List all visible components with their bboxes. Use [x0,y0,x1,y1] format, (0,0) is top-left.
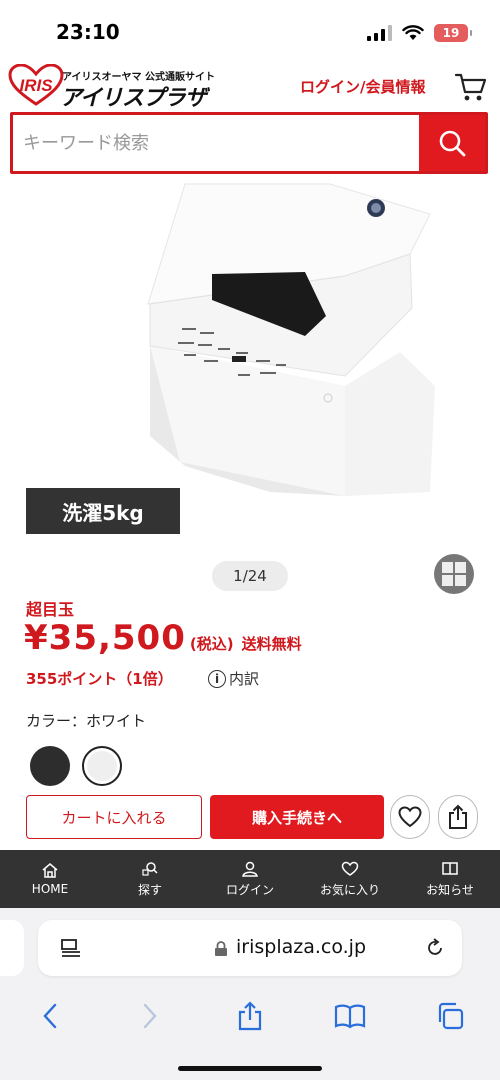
nav-search[interactable]: 探す [100,850,200,908]
address-bar[interactable]: irisplaza.co.jp [38,920,462,976]
breakdown-label: 内訳 [229,670,260,688]
share-icon [449,804,467,829]
color-swatch-white[interactable] [82,746,122,786]
product-caption-badge: 洗濯5kg [26,488,180,534]
page-menu-icon[interactable] [60,937,82,959]
bottom-navigation: HOME 探す ログイン お気に入り お知らせ [0,850,500,908]
browser-chrome: irisplaza.co.jp [0,908,500,1080]
search-icon [142,861,158,876]
tabs-icon [438,1002,464,1030]
image-pager: 1/24 [212,561,288,591]
status-icons: 19 [367,24,472,42]
checkout-button[interactable]: 購入手続きへ [210,795,384,839]
nav-login[interactable]: ログイン [200,850,300,908]
svg-text:IRIS: IRIS [19,76,53,95]
site-logo[interactable]: IRIS アイリスオーヤマ 公式通販サイト アイリスプラザ [8,64,258,111]
site-header: IRIS アイリスオーヤマ 公式通販サイト アイリスプラザ ログイン/会員情報 [0,62,500,111]
back-button[interactable] [0,1003,100,1029]
nav-login-label: ログイン [225,882,274,897]
status-bar: 23:10 19 [0,0,500,58]
bookmarks-button[interactable] [300,1003,400,1029]
tabs-button[interactable] [400,1002,500,1030]
share-button[interactable] [438,795,478,839]
nav-news-label: お知らせ [426,882,474,897]
logo-wordmark: アイリスプラザ [60,86,207,111]
color-label: カラー：ホワイト [26,712,147,730]
points-label: 355ポイント（1倍） [26,670,173,688]
browser-toolbar [0,988,500,1044]
chevron-right-icon [143,1003,157,1029]
nav-favorites[interactable]: お気に入り [300,850,400,908]
book-icon [442,861,458,875]
cellular-signal-icon [367,25,392,41]
forward-button[interactable] [100,1003,200,1029]
color-swatch-black[interactable] [30,746,70,786]
search-bar [10,112,488,174]
search-icon [439,130,466,157]
reload-icon[interactable] [424,937,446,959]
status-time: 23:10 [56,20,120,44]
info-icon: i [208,669,226,688]
home-indicator [178,1066,322,1071]
tax-label: (税込) [189,635,234,653]
lock-icon [215,941,227,956]
nav-news[interactable]: お知らせ [400,850,500,908]
home-icon [42,863,58,878]
search-input[interactable] [13,115,419,171]
share-page-button[interactable] [200,1001,300,1031]
search-button[interactable] [419,115,485,171]
iris-logo-icon: IRIS [8,64,64,106]
grid-icon [442,562,466,586]
gallery-grid-button[interactable] [434,554,474,594]
free-shipping-label: 送料無料 [241,635,302,653]
points-breakdown-link[interactable]: i 内訳 [208,668,259,689]
url-text: irisplaza.co.jp [236,936,367,958]
nav-home[interactable]: HOME [0,850,100,908]
price-row: ¥35,500 (税込) 送料無料 [24,618,302,658]
previous-tab-peek[interactable] [0,920,24,976]
sale-label: 超目玉 [26,600,75,619]
nav-home-label: HOME [31,882,69,896]
battery-indicator: 19 [434,24,472,42]
nav-search-label: 探す [137,882,162,897]
heart-icon [341,861,359,876]
favorite-button[interactable] [390,795,430,839]
price: ¥35,500 [24,618,186,658]
wifi-icon [402,25,424,40]
user-icon [242,861,258,877]
bookmarks-icon [334,1004,366,1029]
heart-icon [398,806,422,828]
add-to-cart-button[interactable]: カートに入れる [26,795,202,839]
chevron-left-icon [43,1003,57,1029]
nav-favorites-label: お気に入り [319,882,380,897]
login-link[interactable]: ログイン/会員情報 [300,76,425,97]
cart-icon[interactable] [454,70,488,104]
share-icon [238,1001,262,1031]
